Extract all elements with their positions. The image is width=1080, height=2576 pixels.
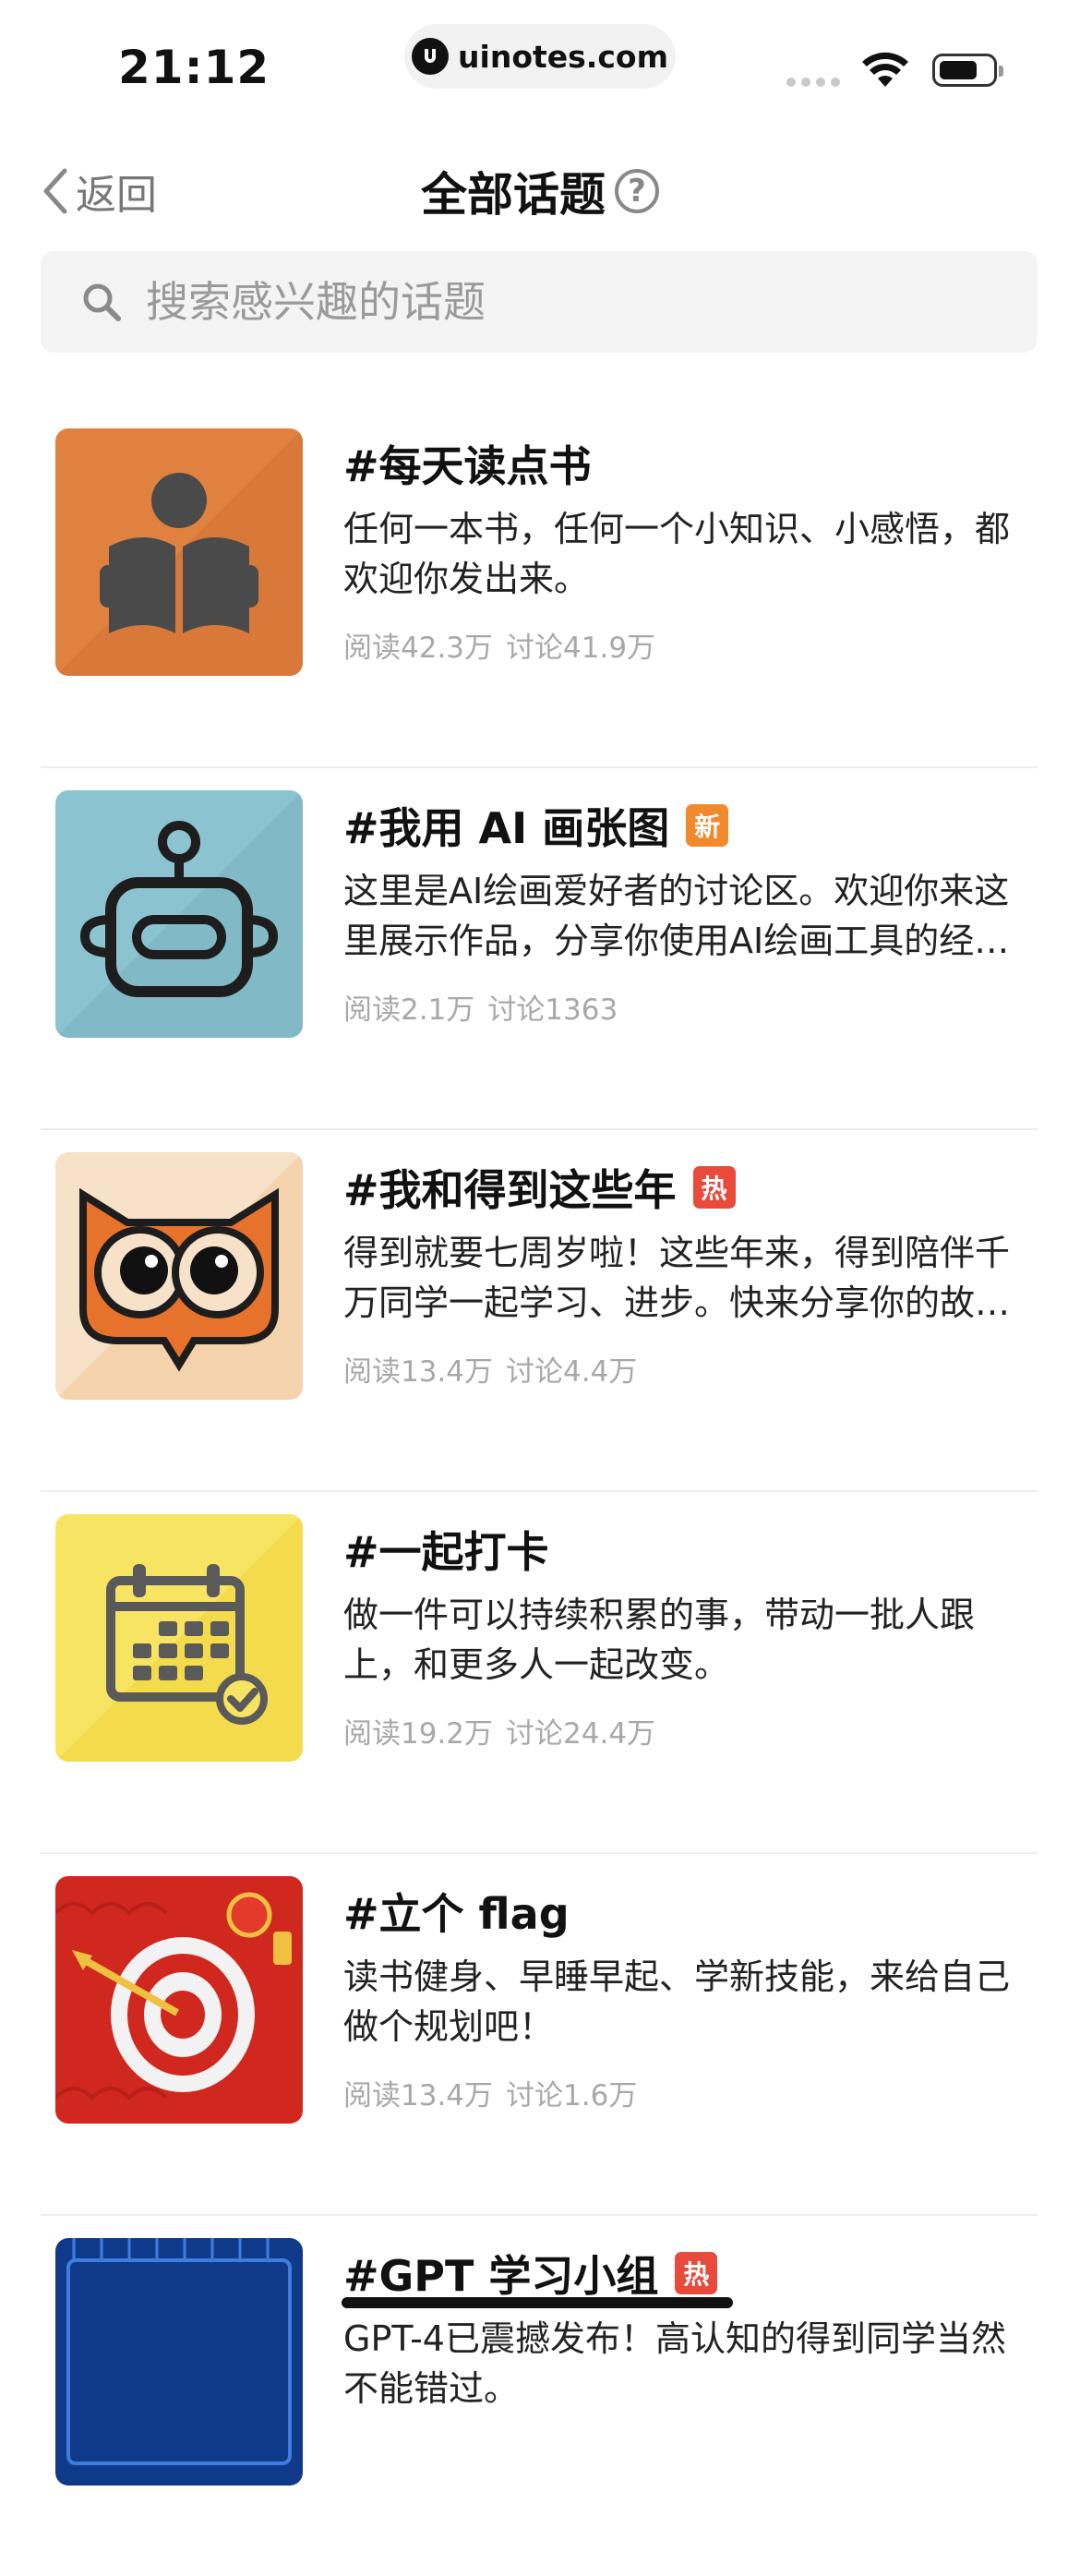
topic-reads: 阅读13.4万 xyxy=(343,2079,494,2113)
topic-reads: 阅读42.3万 xyxy=(343,632,494,665)
new-badge: 新 xyxy=(686,804,729,847)
topic-title: #GPT 学习小组 xyxy=(343,2251,659,2301)
topic-description: 得到就要七周岁啦！这些年来，得到陪伴千万同学一起学习、进步。快来分享你的故事吧。 xyxy=(343,1233,1011,1323)
topic-item[interactable]: #每天读点书 任何一本书，任何一个小知识、小感悟，都欢迎你发出来。 阅读42.3… xyxy=(41,406,1038,768)
topic-title: #我和得到这些年 xyxy=(343,1165,677,1215)
cellular-signal-icon xyxy=(786,78,840,87)
topic-discussions: 讨论1.6万 xyxy=(506,2079,638,2113)
topic-reads: 阅读19.2万 xyxy=(343,1717,494,1751)
url-text: uinotes.com xyxy=(458,38,668,75)
topic-description: 这里是AI绘画爱好者的讨论区。欢迎你来这里展示作品，分享你使用AI绘画工具的经验… xyxy=(343,871,1010,961)
topic-title: #我用 AI 画张图 xyxy=(343,803,670,853)
topic-discussions: 讨论4.4万 xyxy=(506,1355,638,1389)
topic-reads: 阅读13.4万 xyxy=(343,1355,494,1389)
topic-description: 做一件可以持续积累的事，带动一批人跟上，和更多人一起改变。 xyxy=(343,1595,976,1685)
topic-item[interactable]: #我和得到这些年 热 得到就要七周岁啦！这些年来，得到陪伴千万同学一起学习、进步… xyxy=(41,1130,1038,1492)
topic-description: GPT-4已震撼发布！高认知的得到同学当然不能错过。 xyxy=(343,2318,1006,2409)
url-pill[interactable]: uinotes.com xyxy=(404,24,676,89)
topic-reads: 阅读2.1万 xyxy=(343,993,475,1027)
target-icon xyxy=(55,1876,303,2124)
owl-icon xyxy=(55,1152,303,1400)
topic-discussions: 讨论41.9万 xyxy=(506,632,656,665)
status-time: 21:12 xyxy=(118,41,270,94)
nav-bar: 返回 全部话题 ? xyxy=(0,152,1080,226)
topic-list: #每天读点书 任何一本书，任何一个小知识、小感悟，都欢迎你发出来。 阅读42.3… xyxy=(41,406,1038,2576)
topic-description: 读书健身、早睡早起、学新技能，来给自己做个规划吧！ xyxy=(343,1956,1011,2047)
topic-title: #每天读点书 xyxy=(343,441,592,491)
hot-badge: 热 xyxy=(692,1166,736,1209)
robot-icon xyxy=(55,790,303,1038)
topic-discussions: 讨论24.4万 xyxy=(506,1717,656,1751)
search-bar[interactable] xyxy=(41,251,1038,353)
topic-title: #一起打卡 xyxy=(343,1527,549,1577)
search-icon xyxy=(83,283,121,321)
status-bar: 21:12 uinotes.com xyxy=(0,0,1080,120)
site-logo-icon xyxy=(412,38,450,75)
wifi-icon xyxy=(862,52,908,87)
home-indicator[interactable] xyxy=(342,2297,733,2308)
battery-icon xyxy=(932,54,1003,87)
topic-item[interactable]: #一起打卡 做一件可以持续积累的事，带动一批人跟上，和更多人一起改变。 阅读19… xyxy=(41,1492,1038,1854)
search-input[interactable] xyxy=(144,276,978,328)
topic-item[interactable]: #我用 AI 画张图 新 这里是AI绘画爱好者的讨论区。欢迎你来这里展示作品，分… xyxy=(41,768,1038,1130)
page-title: 全部话题 xyxy=(421,168,606,222)
topic-discussions: 讨论1363 xyxy=(487,993,618,1027)
calendar-check-icon xyxy=(55,1514,303,1762)
help-icon[interactable]: ? xyxy=(615,169,659,213)
topic-title: #立个 flag xyxy=(343,1889,570,1939)
gpt-chip-icon xyxy=(55,2238,303,2486)
title-wrap: 全部话题 ? xyxy=(0,158,1080,224)
topic-item[interactable]: #立个 flag 读书健身、早睡早起、学新技能，来给自己做个规划吧！ 阅读13.… xyxy=(41,1854,1038,2216)
book-reader-icon xyxy=(55,428,303,676)
hot-badge: 热 xyxy=(675,2252,718,2294)
topic-description: 任何一本书，任何一个小知识、小感悟，都欢迎你发出来。 xyxy=(343,509,1011,599)
topic-item[interactable]: #GPT 学习小组 热 GPT-4已震撼发布！高认知的得到同学当然不能错过。 xyxy=(41,2216,1038,2576)
